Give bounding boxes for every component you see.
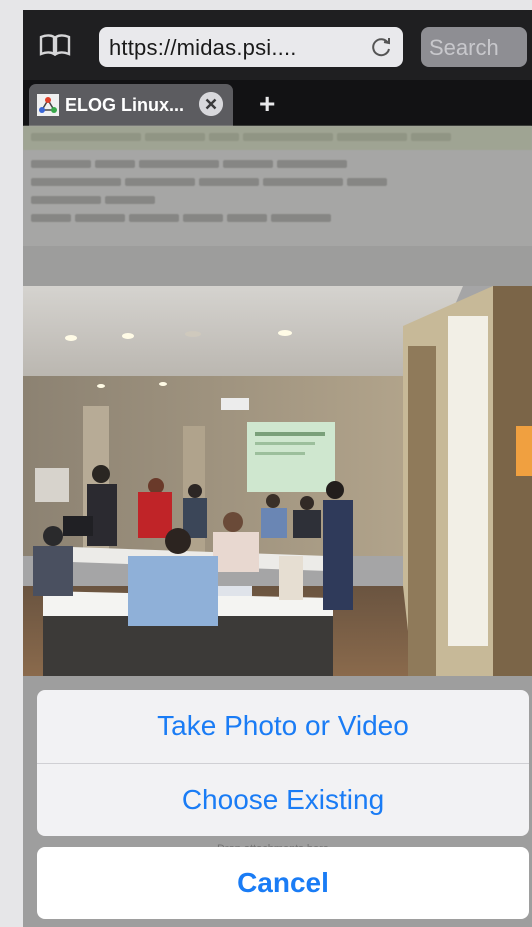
address-bar-row: https://midas.psi.... Search: [23, 10, 532, 80]
close-icon[interactable]: [199, 92, 223, 116]
tab-bar: ELOG Linux... +: [23, 80, 532, 126]
url-field[interactable]: https://midas.psi....: [99, 27, 403, 67]
elog-favicon: [37, 94, 59, 116]
cancel-button[interactable]: Cancel: [37, 847, 529, 919]
book-icon[interactable]: [39, 34, 71, 56]
take-photo-button[interactable]: Take Photo or Video: [37, 690, 529, 762]
tab-title: ELOG Linux...: [65, 95, 185, 115]
choose-existing-button[interactable]: Choose Existing: [37, 764, 529, 836]
search-placeholder: Search: [429, 35, 499, 60]
tab-elog[interactable]: ELOG Linux...: [29, 84, 233, 126]
reload-icon[interactable]: [371, 36, 393, 58]
new-tab-button[interactable]: +: [259, 88, 275, 120]
browser-window: https://midas.psi.... Search ELOG Linux.…: [23, 10, 532, 927]
conference-room-photo: [23, 286, 532, 676]
camera-photo-preview: [23, 286, 532, 676]
action-sheet: Take Photo or Video Choose Existing: [37, 690, 529, 836]
search-input[interactable]: Search: [421, 27, 527, 67]
url-text: https://midas.psi....: [109, 35, 297, 60]
